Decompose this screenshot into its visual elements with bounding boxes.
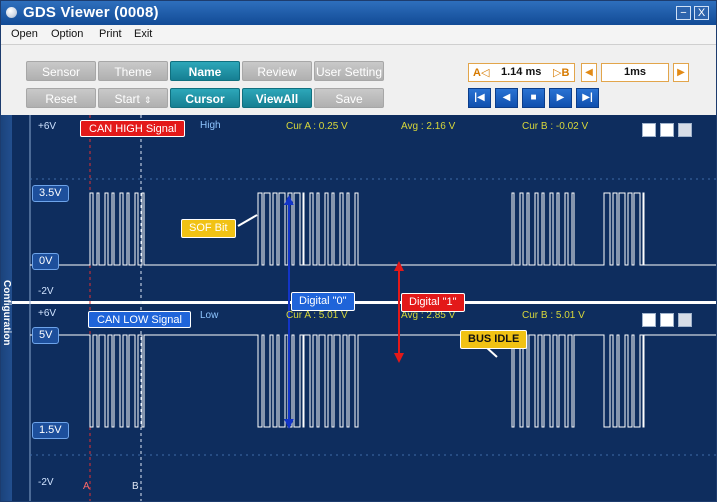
- low-cur-a: Cur A : 5.01 V: [286, 310, 348, 321]
- low-marker-1-5v[interactable]: 1.5V: [32, 422, 69, 439]
- zoom-decrease-button[interactable]: ◀: [581, 63, 597, 82]
- save-button[interactable]: Save: [314, 88, 384, 108]
- cursor-b-marker: ▷B: [553, 67, 570, 79]
- low-checkbox[interactable]: [642, 313, 656, 327]
- viewall-button[interactable]: ViewAll: [242, 88, 312, 108]
- high-mode-label: High: [200, 120, 221, 131]
- menu-bar: Open Option Print Exit: [1, 25, 716, 45]
- sensor-button[interactable]: Sensor: [26, 61, 96, 81]
- low-marker-5v[interactable]: 5V: [32, 327, 60, 344]
- start-button-label: Start: [114, 92, 140, 106]
- bus-idle-callout: BUS IDLE: [460, 330, 528, 349]
- high-cur-b: Cur B : -0.02 V: [522, 121, 589, 132]
- cursor-b-letter: B: [132, 481, 139, 492]
- minimize-button[interactable]: −: [676, 6, 691, 20]
- time-scale-value[interactable]: 1ms: [601, 63, 669, 82]
- window-title: GDS Viewer (0008): [23, 4, 159, 21]
- high-bottom-voltage: -2V: [38, 286, 54, 297]
- first-frame-button[interactable]: |◀: [468, 88, 491, 108]
- cursor-a-letter: A: [83, 481, 90, 492]
- app-icon: [6, 7, 17, 18]
- stop-button[interactable]: ■: [522, 88, 545, 108]
- can-low-waveform-path: [30, 334, 716, 428]
- digital1-arrow-head-down: [394, 353, 404, 363]
- can-high-trace: [30, 192, 716, 266]
- menu-option[interactable]: Option: [51, 28, 83, 40]
- digital1-arrow-head-up: [394, 261, 404, 271]
- scope-display[interactable]: +6V CAN HIGH Signal High Cur A : 0.25 V …: [12, 115, 716, 501]
- low-bottom-voltage: -2V: [38, 477, 54, 488]
- high-cur-a: Cur A : 0.25 V: [286, 121, 348, 132]
- title-bar: GDS Viewer (0008) − X: [1, 1, 716, 25]
- configuration-side-tab[interactable]: Configuration: [1, 115, 12, 501]
- menu-exit[interactable]: Exit: [134, 28, 152, 40]
- can-high-label: CAN HIGH Signal: [80, 120, 186, 137]
- menu-print[interactable]: Print: [99, 28, 122, 40]
- can-low-trace: [30, 334, 716, 428]
- start-button[interactable]: Start ⇕: [98, 88, 168, 108]
- close-button[interactable]: X: [694, 6, 709, 20]
- low-top-voltage: +6V: [38, 308, 57, 319]
- can-low-label: CAN LOW Signal: [88, 311, 191, 328]
- toolbar: Sensor Theme Name Review User Setting Re…: [1, 45, 716, 115]
- cursor-button[interactable]: Cursor: [170, 88, 240, 108]
- can-high-waveform-path: [30, 192, 716, 266]
- reset-button[interactable]: Reset: [26, 88, 96, 108]
- name-button[interactable]: Name: [170, 61, 240, 81]
- spin-icon: ⇕: [143, 95, 152, 105]
- sof-pointer: [237, 214, 258, 227]
- high-marker-3-5v[interactable]: 3.5V: [32, 185, 69, 202]
- waveform-canvas: [12, 115, 716, 501]
- previous-button[interactable]: ◀: [495, 88, 518, 108]
- review-button[interactable]: Review: [242, 61, 312, 81]
- sof-bit-callout: SOF Bit: [181, 219, 236, 238]
- zoom-increase-button[interactable]: ▶: [673, 63, 689, 82]
- low-mode-label: Low: [200, 310, 219, 321]
- digital0-callout: Digital "0": [291, 292, 355, 311]
- user-setting-button[interactable]: User Setting: [314, 61, 384, 81]
- last-frame-button[interactable]: ▶|: [576, 88, 599, 108]
- high-avg: Avg : 2.16 V: [401, 121, 456, 132]
- high-top-voltage: +6V: [38, 121, 57, 132]
- high-checkbox[interactable]: [642, 123, 656, 137]
- digital1-callout: Digital "1": [401, 293, 465, 312]
- high-close-icon[interactable]: [678, 123, 692, 137]
- low-restore-icon[interactable]: [660, 313, 674, 327]
- play-button[interactable]: ▶: [549, 88, 572, 108]
- low-close-icon[interactable]: [678, 313, 692, 327]
- channel-divider: [12, 301, 716, 304]
- cursor-time-box[interactable]: A◁ 1.14 ms ▷B: [468, 63, 575, 82]
- low-cur-b: Cur B : 5.01 V: [522, 310, 585, 321]
- high-restore-icon[interactable]: [660, 123, 674, 137]
- gds-viewer-window: GDS Viewer (0008) − X Open Option Print …: [0, 0, 717, 502]
- theme-button[interactable]: Theme: [98, 61, 168, 81]
- high-marker-0v[interactable]: 0V: [32, 253, 60, 270]
- menu-open[interactable]: Open: [11, 28, 38, 40]
- cursor-time-value: 1.14 ms: [501, 66, 542, 78]
- configuration-label: Configuration: [1, 280, 12, 346]
- cursor-a-marker: A◁: [473, 67, 490, 79]
